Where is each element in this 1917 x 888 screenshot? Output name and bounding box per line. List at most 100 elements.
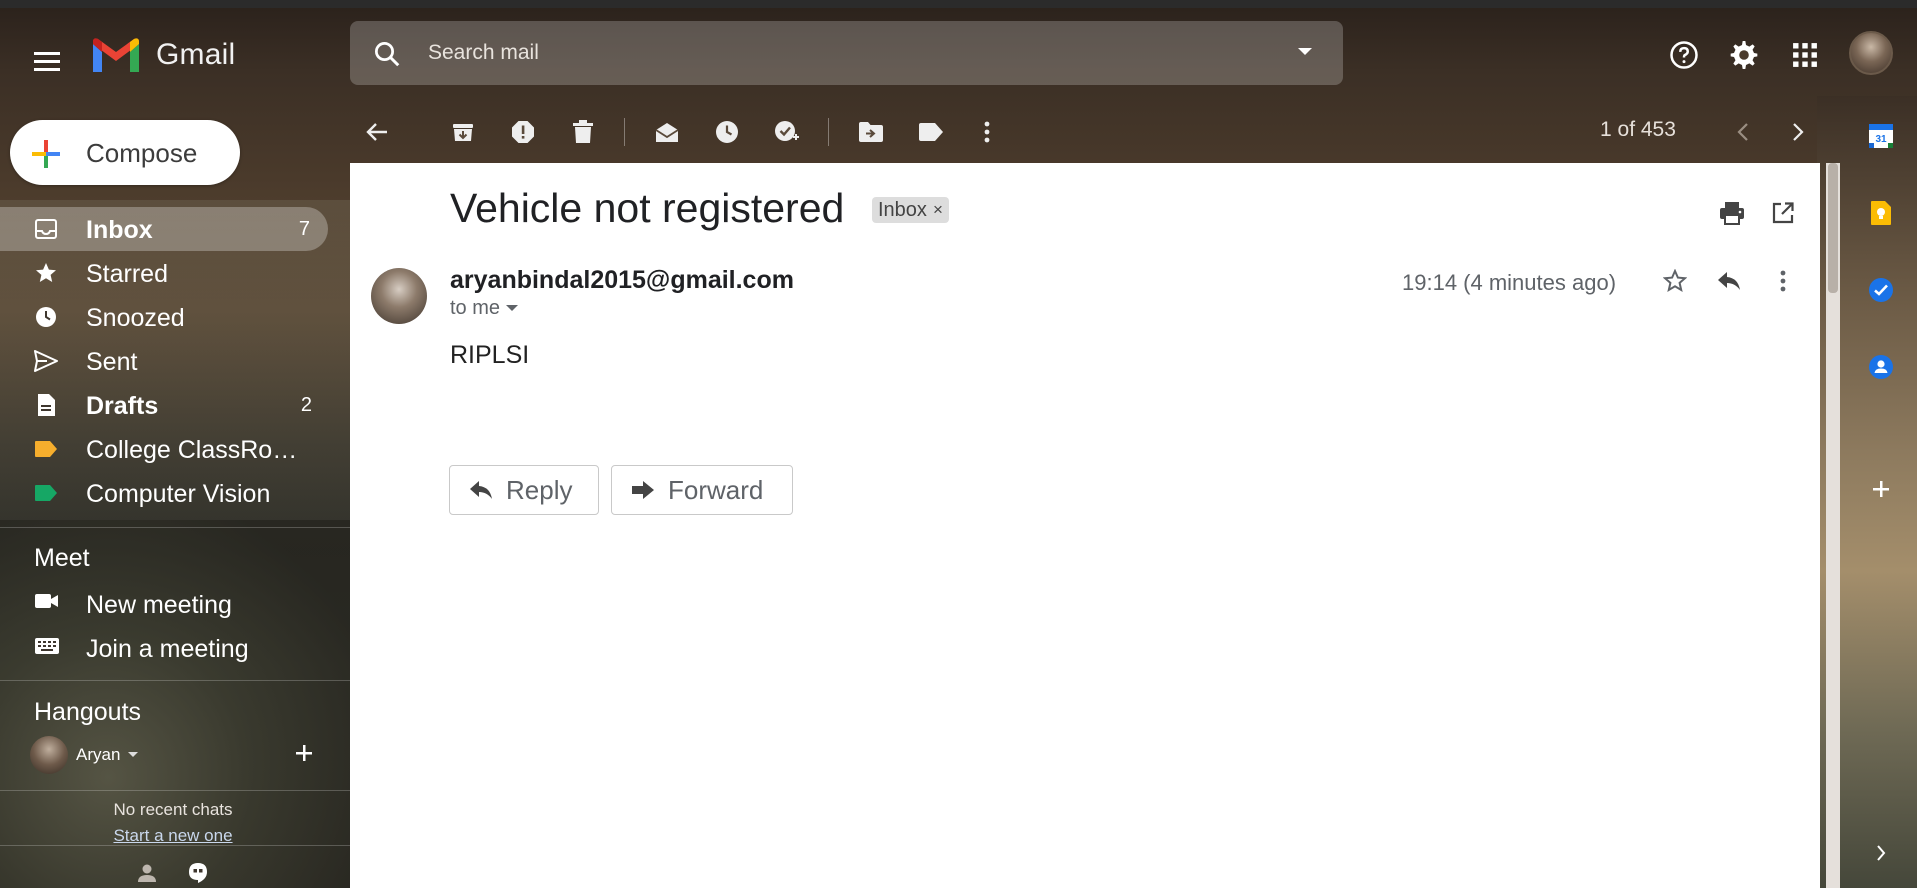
search-input[interactable] <box>428 35 1248 71</box>
more-vertical-icon <box>1780 270 1786 292</box>
meet-title: Meet <box>34 544 90 572</box>
mark-unread-button[interactable] <box>652 117 682 147</box>
calendar-icon: 31 <box>1869 124 1893 148</box>
more-options-button[interactable] <box>972 117 1002 147</box>
new-meeting-button[interactable]: New meeting <box>0 582 340 626</box>
sidebar-item-inbox[interactable]: Inbox 7 <box>0 207 328 251</box>
open-new-window-button[interactable] <box>1768 198 1798 228</box>
sidebar-item-label: Inbox <box>86 216 153 244</box>
search-bar[interactable] <box>350 21 1343 85</box>
sidebar-item-starred[interactable]: Starred <box>0 251 330 295</box>
sender-avatar[interactable] <box>371 268 427 324</box>
apps-button[interactable] <box>1788 38 1822 72</box>
person-icon <box>138 864 156 882</box>
report-spam-button[interactable] <box>508 117 538 147</box>
hangouts-user[interactable]: Aryan <box>30 736 139 774</box>
label-chip-text: Inbox <box>878 198 927 221</box>
open-in-new-icon <box>1772 202 1794 224</box>
browser-top-strip <box>0 0 1917 8</box>
toolbar-divider <box>624 118 625 146</box>
star-message-button[interactable] <box>1660 266 1690 296</box>
account-avatar[interactable] <box>1849 31 1893 75</box>
new-meeting-label: New meeting <box>86 591 232 619</box>
older-button[interactable] <box>1783 117 1813 147</box>
unread-count: 7 <box>298 218 310 240</box>
star-icon <box>34 261 58 285</box>
plus-icon <box>1873 481 1889 497</box>
main-menu-button[interactable] <box>28 41 68 81</box>
help-button[interactable] <box>1667 38 1701 72</box>
folder-move-icon <box>859 122 883 142</box>
reply-button[interactable] <box>1714 266 1744 296</box>
chevron-down-icon <box>506 305 519 311</box>
start-new-chat-link[interactable]: Start a new one <box>0 826 346 846</box>
compose-button[interactable]: Compose <box>10 120 240 185</box>
no-recent-chats: No recent chats <box>113 800 233 819</box>
search-icon <box>375 42 400 67</box>
compose-plus-icon <box>32 140 60 168</box>
sidebar-nav: Inbox 7 Starred Snoozed Sent Drafts 2 Co… <box>0 207 330 515</box>
sidebar-item-sent[interactable]: Sent <box>0 339 330 383</box>
arrow-left-icon <box>366 123 387 141</box>
gmail-logo[interactable]: Gmail <box>90 36 235 74</box>
delete-button[interactable] <box>568 117 598 147</box>
label-icon <box>919 123 943 141</box>
svg-text:31: 31 <box>1875 134 1887 145</box>
archive-icon <box>453 124 473 141</box>
join-meeting-button[interactable]: Join a meeting <box>0 626 340 670</box>
reply-label: Reply <box>506 474 573 505</box>
reply-action-button[interactable]: Reply <box>449 465 599 515</box>
clock-icon <box>716 121 738 143</box>
sender-email[interactable]: aryanbindal2015@gmail.com <box>450 266 794 295</box>
recipient-details[interactable]: to me <box>450 297 519 320</box>
archive-button[interactable] <box>448 117 478 147</box>
keyboard-icon <box>34 636 60 661</box>
message-timestamp: 19:14 (4 minutes ago) <box>1402 270 1617 295</box>
mark-unread-icon <box>655 123 679 142</box>
add-task-icon <box>775 121 799 141</box>
chevron-down-icon <box>128 752 139 757</box>
hangouts-button[interactable] <box>183 858 213 888</box>
tasks-app-button[interactable] <box>1866 275 1896 305</box>
scrollbar-thumb[interactable] <box>1828 163 1838 293</box>
plus-icon <box>296 745 312 761</box>
sidebar-item-label: Computer Vision <box>86 480 271 508</box>
join-meeting-label: Join a meeting <box>86 635 249 663</box>
new-conversation-button[interactable] <box>294 743 314 768</box>
print-all-button[interactable] <box>1717 198 1747 228</box>
newer-button[interactable] <box>1728 117 1758 147</box>
message-body: RIPLSI <box>450 341 530 369</box>
remove-label-button[interactable]: × <box>933 200 943 220</box>
contacts-button[interactable] <box>132 858 162 888</box>
message-more-button[interactable] <box>1768 266 1798 296</box>
add-to-tasks-button[interactable] <box>772 117 802 147</box>
contacts-app-button[interactable] <box>1866 352 1896 382</box>
message-subject: Vehicle not registered <box>450 185 845 231</box>
send-icon <box>34 349 58 373</box>
keep-app-button[interactable] <box>1866 198 1896 228</box>
recipient-text: to me <box>450 297 501 319</box>
get-addons-button[interactable] <box>1866 474 1896 504</box>
settings-button[interactable] <box>1727 38 1761 72</box>
inbox-icon <box>34 217 58 241</box>
chevron-left-icon <box>1737 123 1748 141</box>
forward-action-button[interactable]: Forward <box>611 465 793 515</box>
labels-button[interactable] <box>916 117 946 147</box>
sidebar-item-college-classroom[interactable]: College ClassRo… <box>0 427 330 471</box>
sidebar-item-snoozed[interactable]: Snoozed <box>0 295 330 339</box>
calendar-app-button[interactable]: 31 <box>1866 121 1896 151</box>
reply-icon <box>468 477 494 503</box>
help-icon <box>1670 41 1698 69</box>
snooze-button[interactable] <box>712 117 742 147</box>
reply-icon <box>1718 272 1740 290</box>
move-to-button[interactable] <box>856 117 886 147</box>
sidebar-item-label: Starred <box>86 260 168 288</box>
hamburger-icon <box>34 52 60 71</box>
sidebar-item-drafts[interactable]: Drafts 2 <box>0 383 330 427</box>
sidebar-item-computer-vision[interactable]: Computer Vision <box>0 471 330 515</box>
trash-icon <box>573 120 593 143</box>
app-name: Gmail <box>156 38 236 71</box>
show-side-panel-button[interactable] <box>1866 838 1896 868</box>
back-button[interactable] <box>362 117 392 147</box>
spam-icon <box>512 121 534 143</box>
